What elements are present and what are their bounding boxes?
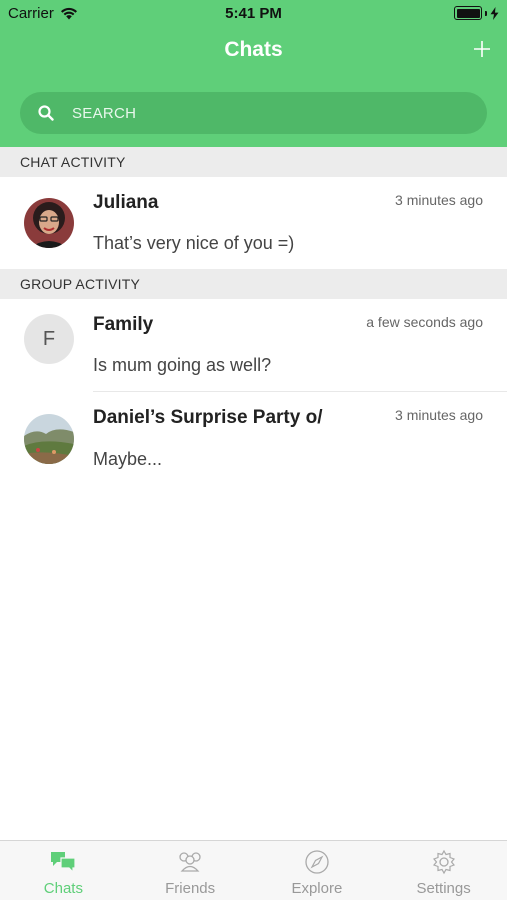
battery-indicator [454, 6, 499, 20]
status-bar: Carrier 5:41 PM [0, 0, 507, 28]
group-time: a few seconds ago [366, 314, 483, 330]
group-last-message: Maybe... [93, 449, 163, 469]
group-name: Family [93, 314, 154, 335]
search-bar[interactable] [20, 92, 487, 134]
nav-header: Carrier 5:41 PM Chats [0, 0, 507, 147]
new-chat-button[interactable] [469, 36, 495, 62]
compass-icon [305, 850, 329, 874]
status-time: 5:41 PM [225, 5, 282, 22]
friends-icon [179, 852, 201, 872]
chat-row-juliana[interactable]: Juliana 3 minutes ago That’s very nice o… [0, 177, 507, 269]
tab-chats[interactable]: Chats [0, 841, 127, 900]
chat-time: 3 minutes ago [395, 192, 483, 208]
avatar [24, 198, 74, 248]
tab-label: Settings [416, 880, 471, 897]
plus-icon [474, 41, 490, 57]
chat-last-message: That’s very nice of you =) [93, 233, 295, 253]
chat-name: Juliana [93, 192, 159, 213]
avatar [24, 414, 74, 464]
group-row-family[interactable]: F Family a few seconds ago Is mum going … [0, 299, 507, 392]
tab-bar: Chats Friends Explore Settings [0, 840, 507, 900]
tab-explore[interactable]: Explore [254, 841, 381, 900]
tab-settings[interactable]: Settings [380, 841, 507, 900]
group-time: 3 minutes ago [395, 407, 483, 423]
section-header-group-activity: GROUP ACTIVITY [0, 269, 507, 299]
search-input[interactable] [72, 104, 452, 122]
avatar: F [24, 314, 74, 364]
group-row-daniels-party[interactable]: Daniel’s Surprise Party o/ 3 minutes ago… [0, 392, 507, 485]
search-icon [38, 105, 54, 121]
tab-label: Chats [43, 880, 83, 897]
tab-label: Friends [165, 880, 216, 897]
chat-bubbles-icon [51, 852, 76, 874]
battery-icon [454, 6, 482, 20]
section-header-chat-activity: CHAT ACTIVITY [0, 147, 507, 177]
tab-label: Explore [291, 880, 343, 897]
page-title: Chats [224, 38, 283, 61]
charging-bolt-icon [490, 6, 499, 20]
tab-friends[interactable]: Friends [127, 841, 254, 900]
group-last-message: Is mum going as well? [93, 355, 272, 375]
gear-icon [432, 849, 455, 875]
group-name: Daniel’s Surprise Party o/ [93, 407, 323, 428]
